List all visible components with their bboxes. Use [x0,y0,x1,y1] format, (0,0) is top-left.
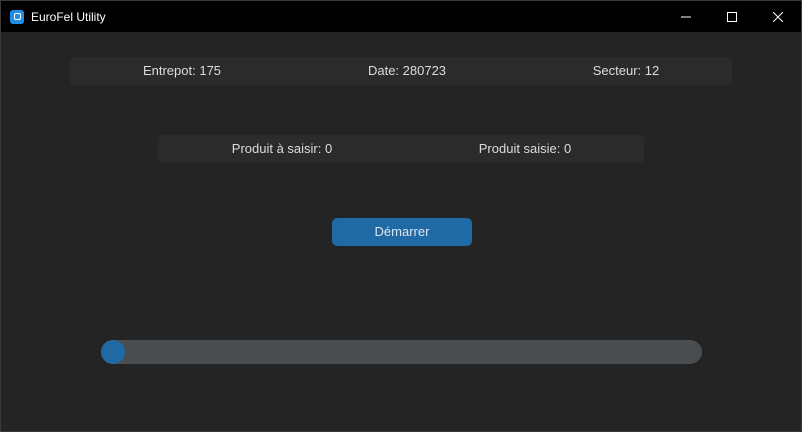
close-icon [773,11,783,22]
date-label: Date: 280723 [367,63,447,78]
minimize-button[interactable] [663,1,709,32]
close-button[interactable] [755,1,801,32]
maximize-icon [727,11,737,22]
app-icon [10,9,24,24]
progress-slider[interactable] [101,340,702,364]
info-frame: Entrepot: 175 Date: 280723 Secteur: 12 [70,57,732,85]
maximize-button[interactable] [709,1,755,32]
entrepot-label: Entrepot: 175 [142,63,222,78]
title-bar[interactable]: EuroFel Utility [1,1,801,32]
window-controls [663,1,801,32]
product-count-frame: Produit à saisir: 0 Produit saisie: 0 [158,135,644,163]
start-button[interactable]: Démarrer [332,218,472,246]
minimize-icon [681,16,691,17]
produit-a-saisir-label: Produit à saisir: 0 [231,141,333,156]
secteur-label: Secteur: 12 [592,63,660,78]
progress-slider-handle[interactable] [101,340,125,364]
app-window: EuroFel Utility Entrepot: 175 Date: 2807… [0,0,802,432]
window-title: EuroFel Utility [31,9,106,24]
produit-saisie-label: Produit saisie: 0 [478,141,572,156]
